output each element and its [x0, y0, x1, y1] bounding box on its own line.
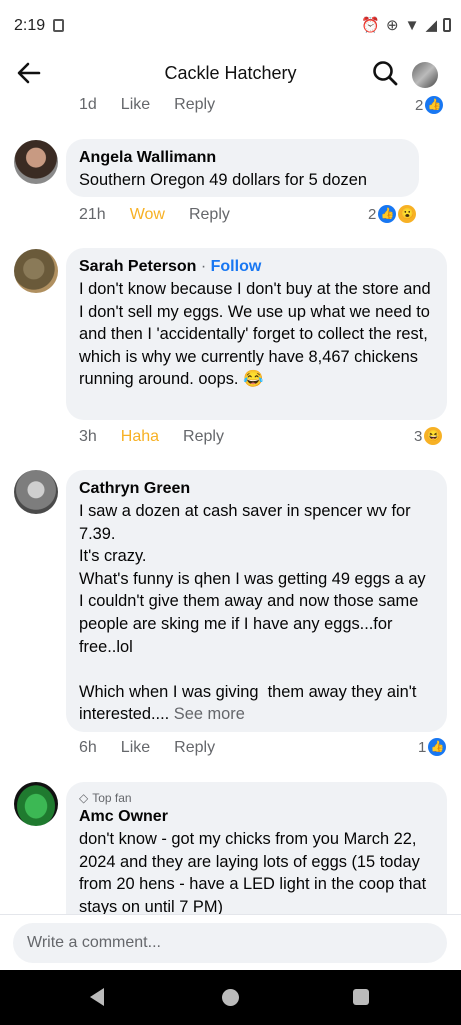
reaction-summary[interactable]: 2 👍 😮	[368, 205, 417, 223]
avatar[interactable]	[14, 782, 58, 826]
name-separator: ·	[200, 258, 207, 275]
alarm-icon: ⏰	[361, 17, 381, 34]
reply-button[interactable]: Reply	[189, 206, 230, 224]
comment-time: 21h	[79, 206, 106, 223]
reaction-button[interactable]: Wow	[130, 206, 165, 224]
comment-bubble: Sarah Peterson · Follow I don't know bec…	[66, 248, 447, 420]
reply-button[interactable]: Reply	[183, 428, 224, 446]
status-bar: 2:19 ⏰ ⊕ ▼ ◢	[0, 0, 461, 52]
comment-text: I saw a dozen at cash saver in spencer w…	[79, 502, 426, 724]
comment-bubble: Cathryn Green I saw a dozen at cash save…	[66, 470, 447, 732]
comment-actions: 21h Wow Reply	[79, 206, 254, 224]
follow-button[interactable]: Follow	[211, 258, 262, 275]
wow-reaction-icon: 😮	[398, 205, 417, 223]
data-saver-icon: ⊕	[386, 17, 399, 34]
reaction-summary[interactable]: 2 👍	[415, 96, 444, 114]
comment-input[interactable]: Write a comment...	[13, 923, 447, 963]
notification-icon	[53, 19, 64, 32]
comment-composer: Write a comment...	[0, 914, 461, 971]
like-reaction-icon: 👍	[425, 96, 444, 114]
nav-home-icon[interactable]	[222, 989, 239, 1006]
comment-bubble: ◇ Top fan Amc Owner don't know - got my …	[66, 782, 447, 914]
like-button[interactable]: Like	[121, 739, 150, 757]
signal-icon: ◢	[425, 17, 437, 34]
comment-time: 6h	[79, 739, 97, 756]
wifi-icon: ▼	[404, 16, 420, 34]
like-reaction-icon: 👍	[428, 738, 447, 756]
reaction-summary[interactable]: 1 👍	[418, 738, 447, 756]
status-time: 2:19	[14, 17, 46, 34]
like-button[interactable]: Like	[121, 96, 150, 114]
haha-reaction-icon: 😆	[424, 427, 443, 445]
comment-list: 1d Like Reply 2 👍 Angela Wallimann South…	[0, 92, 461, 914]
comment-bubble: Angela Wallimann Southern Oregon 49 doll…	[66, 139, 419, 197]
diamond-icon: ◇	[79, 791, 89, 805]
nav-recents-icon[interactable]	[353, 989, 369, 1005]
comment-actions: 6h Like Reply	[79, 739, 239, 757]
commenter-name[interactable]: Amc Owner	[79, 806, 434, 828]
comment-time: 3h	[79, 428, 97, 445]
nav-back-icon[interactable]	[90, 988, 104, 1006]
comment-text: I don't know because I don't buy at the …	[79, 280, 436, 389]
battery-icon	[443, 18, 451, 32]
comment-time: 1d	[79, 96, 97, 113]
comment-actions: 3h Haha Reply	[79, 428, 248, 446]
profile-avatar[interactable]	[412, 62, 438, 88]
commenter-name[interactable]: Cathryn Green	[79, 478, 434, 500]
see-more-link[interactable]: See more	[174, 705, 245, 723]
comment-actions: 1d Like Reply	[79, 96, 239, 114]
comment-text: Southern Oregon 49 dollars for 5 dozen	[79, 171, 367, 189]
like-reaction-icon: 👍	[378, 205, 397, 223]
avatar[interactable]	[14, 140, 58, 184]
reaction-summary[interactable]: 3 😆	[414, 427, 443, 445]
reaction-button[interactable]: Haha	[121, 428, 159, 446]
reply-button[interactable]: Reply	[174, 96, 215, 114]
commenter-name[interactable]: Angela Wallimann	[79, 147, 406, 169]
top-fan-badge: ◇ Top fan	[79, 791, 132, 805]
system-nav-bar	[0, 970, 461, 1025]
commenter-name[interactable]: Sarah Peterson	[79, 258, 196, 275]
search-icon[interactable]	[372, 60, 398, 86]
avatar[interactable]	[14, 470, 58, 514]
reply-button[interactable]: Reply	[174, 739, 215, 757]
avatar[interactable]	[14, 249, 58, 293]
comment-text: don't know - got my chicks from you Marc…	[79, 830, 431, 914]
